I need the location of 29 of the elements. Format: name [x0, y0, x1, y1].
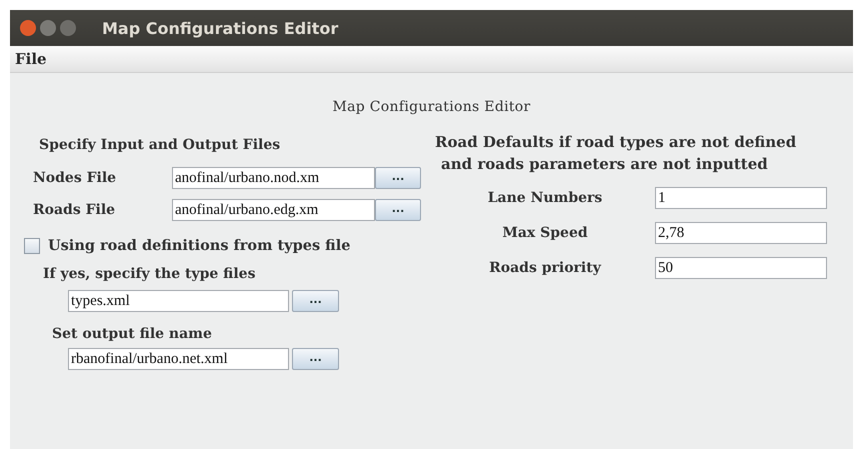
section-title: and roads parameters are not inputted [440, 155, 768, 173]
form-heading: Map Configurations Editor [332, 99, 531, 115]
section-title: Road Defaults if road types are not defined [435, 133, 796, 151]
file-path-field[interactable]: rbanofinal/urbano.net.xml [68, 348, 289, 370]
menu-item[interactable]: File [15, 50, 47, 68]
browse-button[interactable]: ... [375, 167, 421, 189]
field-label: Lane Numbers [486, 190, 604, 206]
input-field[interactable]: 2,78 [655, 222, 827, 244]
browse-button[interactable]: ... [292, 290, 339, 312]
section-title: Specify Input and Output Files [39, 137, 280, 153]
browse-button[interactable]: ... [375, 199, 421, 221]
input-field[interactable]: 50 [655, 257, 827, 279]
input-field[interactable]: 1 [655, 187, 827, 209]
field-label: Roads priority [488, 260, 602, 276]
file-path-field[interactable]: anofinal/urbano.nod.xm [172, 167, 375, 189]
maximize-icon[interactable] [60, 20, 76, 36]
field-label: Nodes File [33, 170, 118, 186]
checkbox-label: Using road definitions from types file [48, 237, 350, 254]
file-path-field[interactable]: types.xml [68, 290, 289, 312]
file-path-field[interactable]: anofinal/urbano.edg.xm [172, 199, 375, 221]
field-label: Set output file name [52, 326, 212, 342]
minimize-icon[interactable] [40, 20, 56, 36]
close-icon[interactable] [20, 20, 36, 36]
field-label: Max Speed [501, 225, 589, 241]
checkbox[interactable] [24, 238, 40, 254]
field-label: Roads File [33, 202, 116, 218]
window-title: Map Configurations Editor [102, 18, 338, 38]
browse-button[interactable]: ... [292, 348, 339, 370]
field-label: If yes, specify the type files [43, 266, 256, 282]
